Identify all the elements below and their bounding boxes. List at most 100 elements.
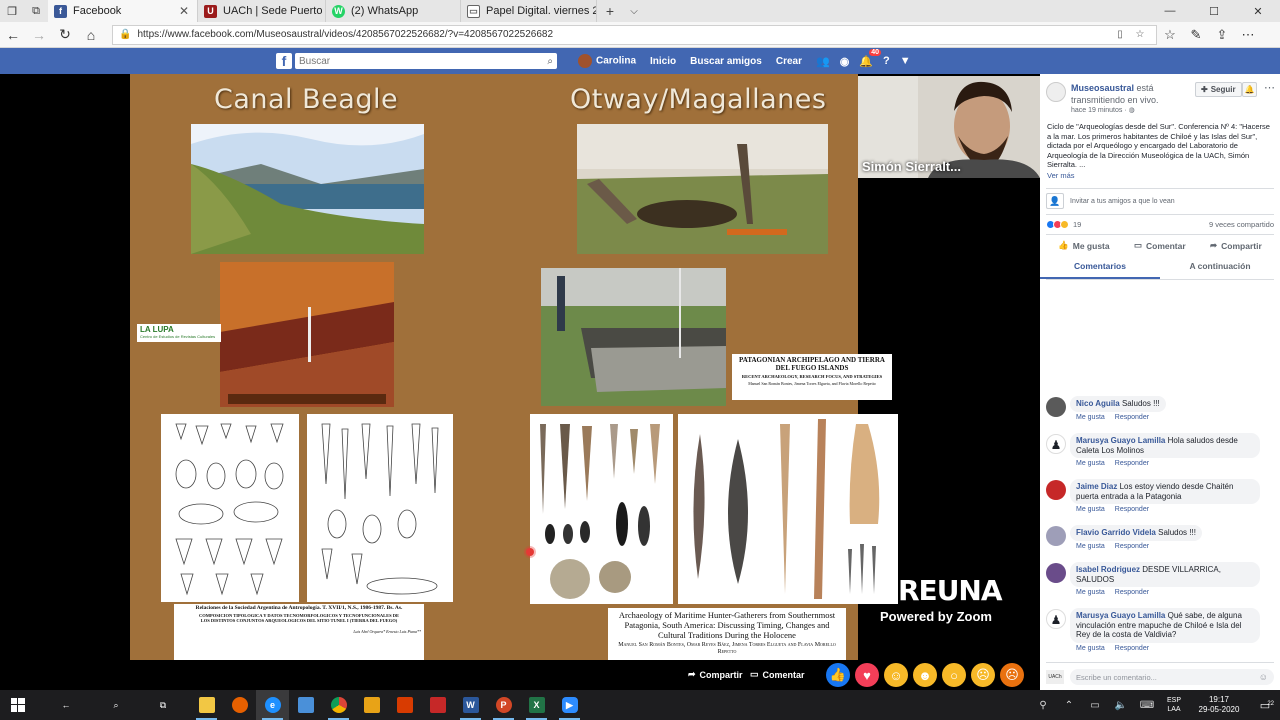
emoji-icon[interactable]: ☺ bbox=[1259, 672, 1268, 682]
file-explorer-icon[interactable] bbox=[190, 690, 223, 720]
network-icon[interactable]: ▭ bbox=[1082, 700, 1108, 711]
maximize-icon[interactable]: ☐ bbox=[1192, 0, 1236, 22]
forward-icon[interactable]: → bbox=[26, 27, 52, 43]
reactions-count[interactable]: 19 bbox=[1073, 220, 1081, 229]
chevron-down-icon[interactable]: ⌵ bbox=[623, 0, 645, 22]
comment-like-link[interactable]: Me gusta bbox=[1076, 543, 1105, 550]
new-tab-icon[interactable]: + bbox=[597, 0, 623, 22]
notifications-icon[interactable]: 🔔 40 bbox=[859, 48, 881, 68]
excel-icon[interactable]: X bbox=[520, 690, 553, 720]
home-icon[interactable]: ⌂ bbox=[78, 27, 104, 43]
comment-reply-link[interactable]: Responder bbox=[1115, 460, 1149, 467]
firefox-icon[interactable] bbox=[223, 690, 256, 720]
comment-author[interactable]: Flavio Garrido Videla bbox=[1076, 528, 1156, 537]
comment-video-button[interactable]: ▭ Comentar bbox=[750, 669, 805, 680]
comment-like-link[interactable]: Me gusta bbox=[1076, 589, 1105, 596]
comment-like-link[interactable]: Me gusta bbox=[1076, 645, 1105, 652]
tab-comentarios[interactable]: Comentarios bbox=[1040, 257, 1160, 279]
close-tab-icon[interactable]: ✕ bbox=[171, 4, 189, 18]
comment-author[interactable]: Jaime Diaz bbox=[1076, 482, 1117, 491]
refresh-icon[interactable]: ↻ bbox=[52, 26, 78, 43]
commenter-avatar[interactable] bbox=[1046, 563, 1066, 583]
language-indicator[interactable]: ESP LAA bbox=[1160, 696, 1188, 714]
follow-button[interactable]: ✚ Seguir bbox=[1195, 82, 1242, 97]
keyboard-icon[interactable]: ⌨ bbox=[1134, 700, 1160, 711]
tab-a-continuacion[interactable]: A continuación bbox=[1160, 257, 1280, 279]
comment-reply-link[interactable]: Responder bbox=[1115, 589, 1149, 596]
see-more-link[interactable]: Ver más bbox=[1047, 171, 1273, 181]
friend-requests-icon[interactable]: 👥 bbox=[816, 55, 830, 68]
zoom-icon[interactable]: ▶ bbox=[553, 690, 586, 720]
commenter-avatar[interactable]: ♟ bbox=[1046, 434, 1066, 454]
edge-icon[interactable]: e bbox=[256, 690, 289, 720]
clock[interactable]: 19:17 29-05-2020 bbox=[1188, 695, 1250, 715]
love-reaction-icon[interactable]: ♥ bbox=[855, 663, 879, 687]
share-icon[interactable]: ⇪ bbox=[1209, 27, 1235, 43]
reading-view-icon[interactable]: ▯ bbox=[1110, 29, 1130, 40]
wow-reaction-icon[interactable]: ○ bbox=[942, 663, 966, 687]
word-icon[interactable]: W bbox=[454, 690, 487, 720]
comment-author[interactable]: Nico Aguila bbox=[1076, 399, 1120, 408]
help-icon[interactable]: ? bbox=[883, 55, 890, 67]
comment-reply-link[interactable]: Responder bbox=[1115, 506, 1149, 513]
tab-papel-digital[interactable]: ▭ Papel Digital. viernes 29 de bbox=[461, 0, 597, 22]
angry-reaction-icon[interactable]: ☹ bbox=[1000, 663, 1024, 687]
comment-input[interactable]: Escribe un comentario... ☺ bbox=[1070, 669, 1274, 685]
back-icon[interactable]: ← bbox=[0, 27, 26, 43]
tab-uach[interactable]: U UACh | Sede Puerto Montt bbox=[198, 0, 326, 22]
page-avatar[interactable] bbox=[1046, 82, 1066, 102]
account-menu-icon[interactable]: ▼ bbox=[900, 55, 911, 67]
more-icon[interactable]: ⋯ bbox=[1235, 27, 1261, 43]
comment-like-link[interactable]: Me gusta bbox=[1076, 460, 1105, 467]
comment-reply-link[interactable]: Responder bbox=[1115, 543, 1149, 550]
commenter-avatar[interactable] bbox=[1046, 526, 1066, 546]
like-reaction-icon[interactable]: 👍 bbox=[826, 663, 850, 687]
photos-icon[interactable] bbox=[289, 690, 322, 720]
comment-button[interactable]: ▭ Comentar bbox=[1134, 240, 1186, 251]
set-aside-tabs-icon[interactable]: ⧉ bbox=[24, 0, 48, 22]
search-icon[interactable]: ⌕ bbox=[96, 690, 136, 720]
powerpoint-icon[interactable]: P bbox=[487, 690, 520, 720]
shares-count[interactable]: 9 veces compartido bbox=[1209, 220, 1274, 229]
pen-icon[interactable]: ✎ bbox=[1183, 27, 1209, 43]
commenter-avatar[interactable]: ♟ bbox=[1046, 609, 1066, 629]
comment-like-link[interactable]: Me gusta bbox=[1076, 506, 1105, 513]
commenter-avatar[interactable] bbox=[1046, 397, 1066, 417]
chevron-up-icon[interactable]: ⌃ bbox=[1056, 700, 1082, 711]
back-arrow-icon[interactable]: ← bbox=[36, 690, 96, 720]
security-app-icon[interactable] bbox=[421, 690, 454, 720]
invite-friends-row[interactable]: 👤 Invitar a tus amigos a que lo vean bbox=[1046, 192, 1274, 210]
video-player[interactable]: Canal Beagle Otway/Magallanes LA LUPA Ce… bbox=[0, 74, 1040, 660]
bell-icon[interactable]: 🔔 bbox=[1242, 82, 1257, 97]
volume-icon[interactable]: 🔈 bbox=[1108, 700, 1134, 711]
comment-reply-link[interactable]: Responder bbox=[1115, 414, 1149, 421]
people-icon[interactable]: ⚲ bbox=[1030, 700, 1056, 711]
favorites-icon[interactable]: ☆ bbox=[1157, 27, 1183, 43]
comment-author[interactable]: Isabel Rodriguez bbox=[1076, 565, 1140, 574]
tab-actions-icon[interactable]: ❐ bbox=[0, 0, 24, 22]
nav-inicio[interactable]: Inicio bbox=[650, 56, 676, 67]
commenter-avatar[interactable] bbox=[1046, 480, 1066, 500]
search-input[interactable]: Buscar ⌕ bbox=[295, 53, 557, 69]
favorite-star-icon[interactable]: ☆ bbox=[1130, 29, 1150, 40]
share-video-button[interactable]: ➦ Compartir bbox=[688, 669, 743, 680]
task-view-icon[interactable]: ⧉ bbox=[136, 690, 190, 720]
like-button[interactable]: 👍 Me gusta bbox=[1058, 240, 1109, 251]
office-icon[interactable] bbox=[388, 690, 421, 720]
windows-start-icon[interactable] bbox=[0, 690, 36, 720]
care-reaction-icon[interactable]: ☺ bbox=[884, 663, 908, 687]
comment-like-link[interactable]: Me gusta bbox=[1076, 414, 1105, 421]
comment-author[interactable]: Marusya Guayo Lamilla bbox=[1076, 611, 1165, 620]
comment-reply-link[interactable]: Responder bbox=[1115, 645, 1149, 652]
chrome-icon[interactable] bbox=[322, 690, 355, 720]
messenger-icon[interactable]: ◉ bbox=[840, 55, 850, 68]
page-name-link[interactable]: Museosaustral bbox=[1071, 83, 1134, 93]
search-icon[interactable]: ⌕ bbox=[547, 56, 553, 67]
tab-whatsapp[interactable]: W (2) WhatsApp bbox=[326, 0, 461, 22]
nav-crear[interactable]: Crear bbox=[776, 56, 802, 67]
minimize-icon[interactable]: — bbox=[1148, 0, 1192, 22]
sad-reaction-icon[interactable]: ☹ bbox=[971, 663, 995, 687]
share-button[interactable]: ➦ Compartir bbox=[1210, 240, 1262, 251]
comment-author[interactable]: Marusya Guayo Lamilla bbox=[1076, 436, 1165, 445]
tab-facebook[interactable]: f Facebook ✕ bbox=[48, 0, 198, 22]
